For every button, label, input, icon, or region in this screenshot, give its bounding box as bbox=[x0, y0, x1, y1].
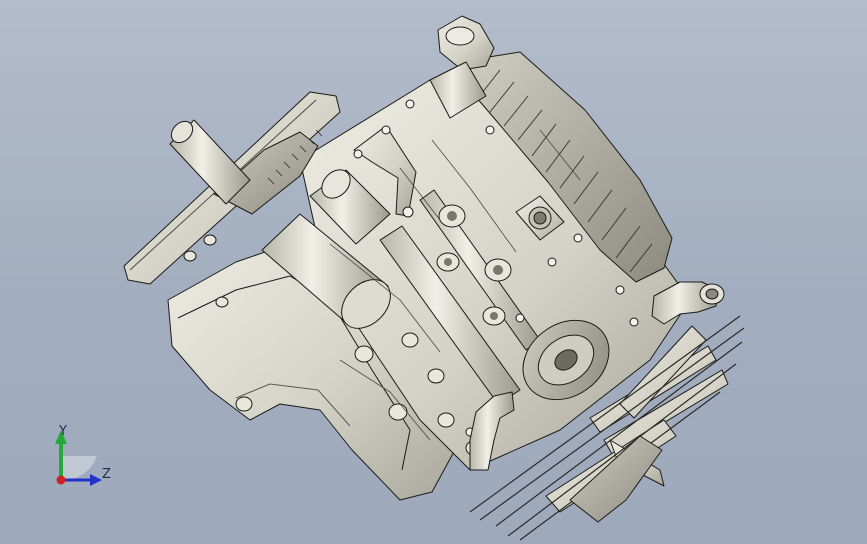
graphics-viewport[interactable]: Y Z bbox=[0, 0, 867, 544]
y-axis-label: Y bbox=[59, 424, 67, 439]
triad-axes-graphic bbox=[55, 430, 102, 486]
z-axis-label: Z bbox=[102, 467, 111, 482]
engine-assembly-model[interactable] bbox=[0, 0, 867, 544]
coordinate-triad: Y Z bbox=[40, 416, 130, 496]
